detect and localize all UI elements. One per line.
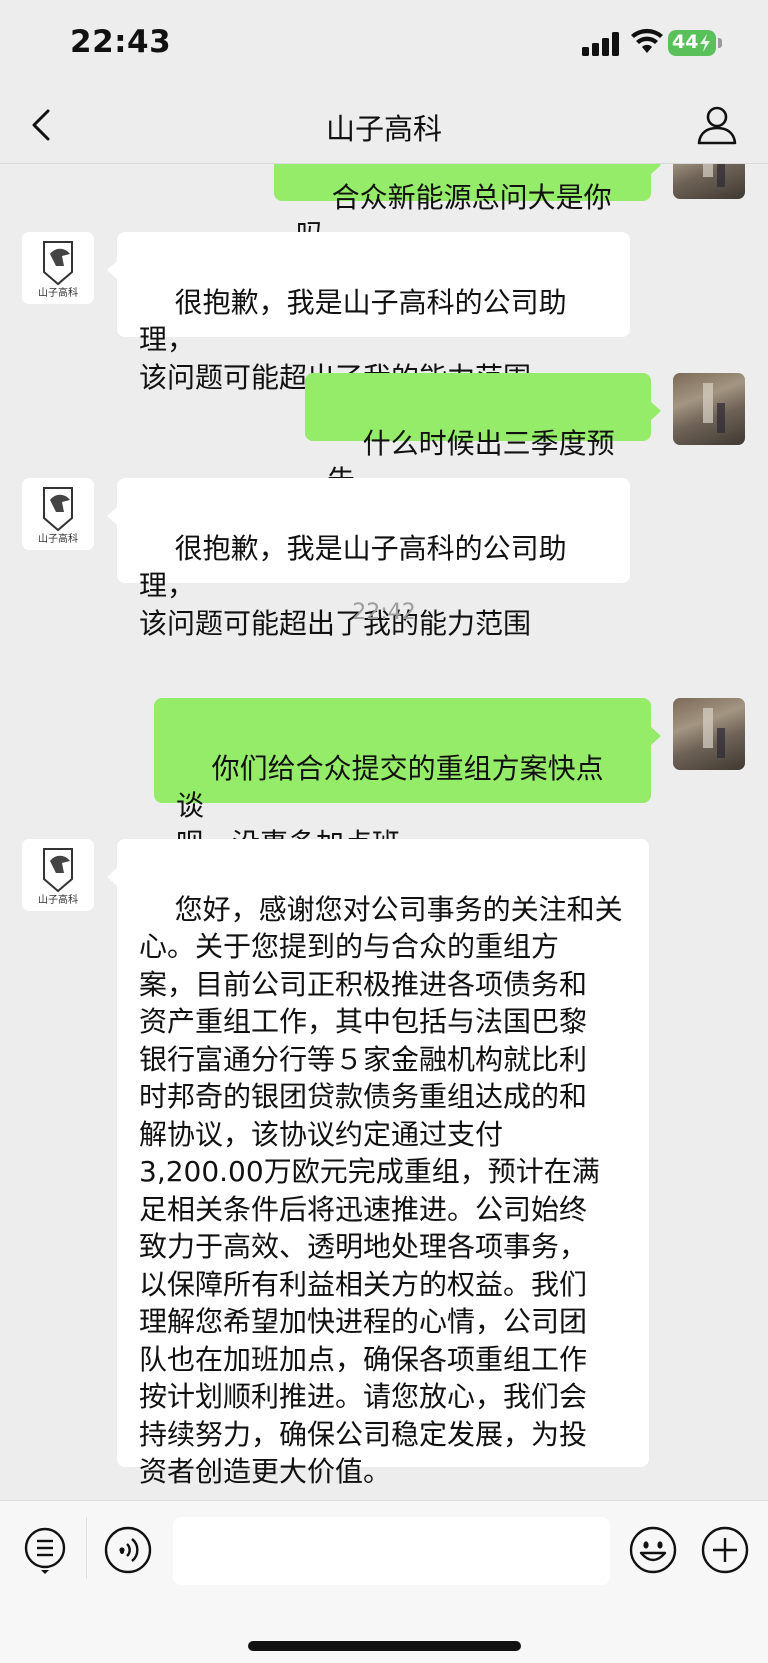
home-indicator[interactable]: [248, 1641, 521, 1651]
bot-avatar[interactable]: 山子高科: [22, 232, 94, 304]
status-bar: 22:43 44: [0, 0, 768, 88]
emoji-icon[interactable]: [628, 1525, 678, 1575]
message-bubble-outgoing[interactable]: 什么时候出三季度预告: [305, 373, 661, 497]
logo-text: 山子高科: [38, 532, 78, 545]
charging-bolt-icon: [700, 34, 710, 52]
message-list[interactable]: 合众新能源总问大是你吗 山子高科 很抱歉，我是山子高科的公司助理， 该问题可能超…: [0, 163, 768, 1500]
chat-title: 山子高科: [325, 112, 442, 146]
message-bubble-outgoing[interactable]: 你们给合众提交的重组方案快点谈 呗，没事多加点班: [154, 698, 661, 860]
divider: [86, 1517, 87, 1579]
wifi-icon: [631, 28, 663, 53]
chat-header: 山子高科: [0, 88, 768, 164]
company-logo-icon: 山子高科: [38, 487, 78, 545]
add-more-icon[interactable]: [700, 1525, 750, 1575]
logo-text: 山子高科: [38, 286, 78, 299]
status-time: 22:43: [70, 24, 172, 60]
battery-icon: 44: [668, 30, 716, 56]
menu-list-icon[interactable]: [20, 1525, 70, 1575]
company-logo-icon: 山子高科: [38, 241, 78, 299]
user-avatar[interactable]: [673, 163, 745, 199]
input-bar: [0, 1500, 768, 1663]
battery-level: 44: [672, 31, 699, 53]
message-bubble-incoming[interactable]: 很抱歉，我是山子高科的公司助理， 该问题可能超出了我的能力范围: [107, 478, 630, 640]
message-bubble-incoming[interactable]: 很抱歉，我是山子高科的公司助理， 该问题可能超出了我的能力范围: [107, 232, 630, 394]
company-logo-icon: 山子高科: [38, 848, 78, 906]
message-bubble-incoming[interactable]: 您好，感谢您对公司事务的关注和关 心。关于您提到的与合众的重组方 案，目前公司正…: [107, 839, 649, 1488]
message-text: 您好，感谢您对公司事务的关注和关 心。关于您提到的与合众的重组方 案，目前公司正…: [139, 892, 623, 1489]
cellular-signal-icon: [582, 32, 620, 56]
logo-text: 山子高科: [38, 893, 78, 906]
voice-input-icon[interactable]: [103, 1525, 153, 1575]
message-input[interactable]: [173, 1517, 610, 1585]
bot-avatar[interactable]: 山子高科: [22, 478, 94, 550]
user-avatar[interactable]: [673, 698, 745, 770]
user-avatar[interactable]: [673, 373, 745, 445]
bot-avatar[interactable]: 山子高科: [22, 839, 94, 911]
message-timestamp: 22:42: [352, 600, 416, 625]
battery-cap: [718, 38, 722, 48]
contact-profile-icon[interactable]: [696, 104, 738, 146]
message-bubble-outgoing[interactable]: 合众新能源总问大是你吗: [274, 163, 661, 251]
